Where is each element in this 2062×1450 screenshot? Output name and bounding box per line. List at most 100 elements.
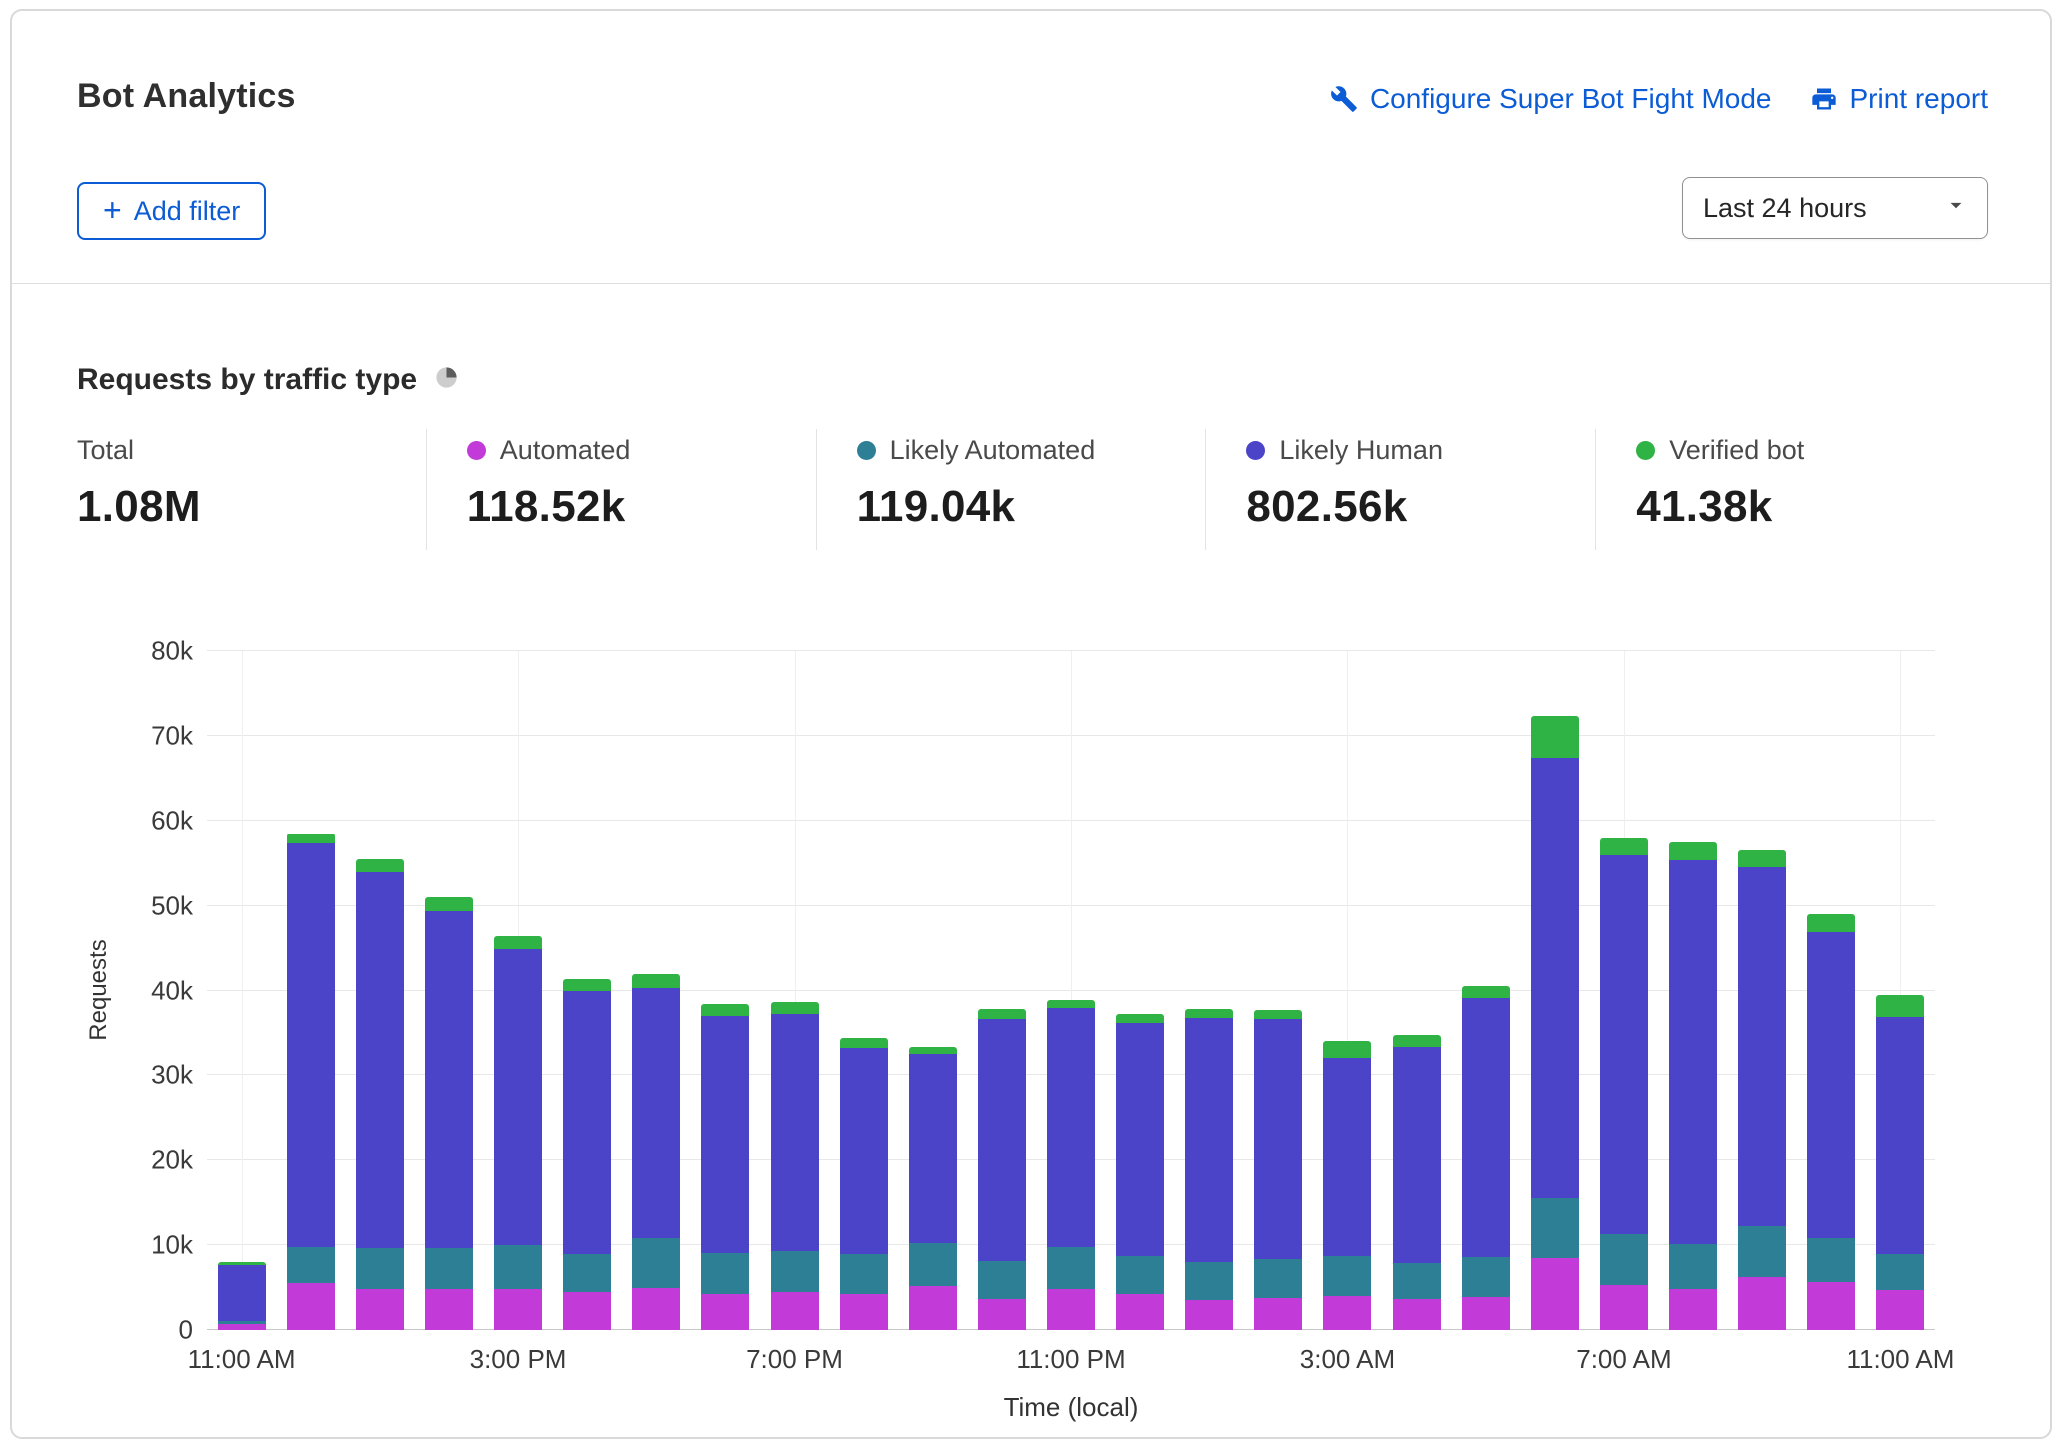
segment-verified-bot	[1254, 1010, 1302, 1018]
segment-likely-human	[1047, 1008, 1095, 1247]
segment-automated	[1531, 1258, 1579, 1330]
stat-value: 119.04k	[857, 482, 1206, 532]
segment-likely-human	[1669, 860, 1717, 1244]
x-tick-label: 7:00 AM	[1576, 1344, 1671, 1375]
segment-likely-automated	[494, 1245, 542, 1289]
legend-dot-icon	[1246, 441, 1265, 460]
segment-likely-automated	[1323, 1256, 1371, 1296]
segment-automated	[287, 1283, 335, 1330]
segment-verified-bot	[840, 1038, 888, 1048]
segment-automated	[701, 1294, 749, 1330]
y-tick-label: 70k	[151, 720, 193, 751]
time-range-select[interactable]: Last 24 hours	[1682, 177, 1988, 239]
requests-chart: Requests 010k20k30k40k50k60k70k80k 11:00…	[77, 626, 1985, 1426]
segment-verified-bot	[1047, 1000, 1095, 1008]
segment-likely-automated	[1116, 1256, 1164, 1294]
segment-verified-bot	[1600, 838, 1648, 855]
bar-10-00-am	[1807, 914, 1855, 1330]
configure-super-bot-fight-mode-link[interactable]: Configure Super Bot Fight Mode	[1330, 83, 1772, 115]
segment-automated	[1876, 1290, 1924, 1330]
segment-verified-bot	[494, 936, 542, 949]
bot-analytics-card: Bot Analytics Configure Super Bot Fight …	[10, 9, 2052, 1439]
segment-likely-human	[978, 1019, 1026, 1262]
segment-likely-human	[1323, 1058, 1371, 1257]
x-tick-label: 7:00 PM	[746, 1344, 843, 1375]
legend-dot-icon	[1636, 441, 1655, 460]
v-gridline	[242, 651, 243, 1330]
x-tick-label: 11:00 PM	[1016, 1344, 1125, 1375]
stat-value: 802.56k	[1246, 482, 1595, 532]
segment-likely-human	[425, 911, 473, 1248]
segment-likely-automated	[356, 1248, 404, 1290]
header-divider	[12, 283, 2050, 284]
segment-automated	[494, 1289, 542, 1330]
segment-automated	[1669, 1289, 1717, 1330]
segment-likely-human	[1738, 867, 1786, 1225]
stat-verified-bot[interactable]: Verified bot 41.38k	[1595, 429, 1985, 550]
y-axis: 010k20k30k40k50k60k70k80k	[77, 651, 193, 1330]
segment-automated	[1600, 1285, 1648, 1330]
segment-automated	[771, 1292, 819, 1330]
y-tick-label: 30k	[151, 1060, 193, 1091]
segment-verified-bot	[978, 1009, 1026, 1018]
segment-automated	[1185, 1300, 1233, 1330]
segment-automated	[978, 1299, 1026, 1330]
segment-verified-bot	[1531, 716, 1579, 758]
segment-automated	[909, 1286, 957, 1330]
stat-automated[interactable]: Automated118.52k	[426, 429, 816, 550]
bar-1-00-pm	[356, 859, 404, 1330]
segment-automated	[1047, 1289, 1095, 1330]
segment-verified-bot	[1876, 995, 1924, 1017]
segment-likely-automated	[1254, 1259, 1302, 1298]
segment-likely-human	[1393, 1047, 1441, 1263]
segment-automated	[218, 1324, 266, 1330]
add-filter-button[interactable]: + Add filter	[77, 182, 266, 240]
segment-automated	[1462, 1297, 1510, 1330]
configure-link-label: Configure Super Bot Fight Mode	[1370, 83, 1772, 115]
segment-verified-bot	[1116, 1014, 1164, 1022]
segment-likely-human	[563, 991, 611, 1254]
segment-likely-human	[909, 1054, 957, 1243]
segment-verified-bot	[287, 834, 335, 843]
y-tick-label: 50k	[151, 890, 193, 921]
segment-likely-automated	[771, 1251, 819, 1292]
segment-likely-human	[287, 843, 335, 1247]
stat-label-row: Automated	[467, 435, 816, 466]
segment-automated	[1807, 1282, 1855, 1330]
stat-value: 41.38k	[1636, 482, 1985, 532]
stat-likely-automated[interactable]: Likely Automated 119.04k	[816, 429, 1206, 550]
stat-label: Total	[77, 435, 134, 466]
stat-likely-human[interactable]: Likely Human802.56k	[1205, 429, 1595, 550]
bar-7-00-am	[1600, 838, 1648, 1330]
plus-icon: +	[103, 194, 122, 226]
stat-label: Likely Automated	[890, 435, 1096, 466]
segment-likely-human	[494, 949, 542, 1245]
segment-verified-bot	[1462, 986, 1510, 998]
segment-likely-automated	[840, 1254, 888, 1293]
bar-11-00-pm	[1047, 1000, 1095, 1330]
segment-likely-automated	[1462, 1257, 1510, 1297]
print-report-link[interactable]: Print report	[1810, 83, 1989, 115]
segment-automated	[1393, 1299, 1441, 1330]
segment-likely-human	[632, 988, 680, 1238]
header-links: Configure Super Bot Fight Mode Print rep…	[1330, 83, 1988, 115]
stat-label-row: Verified bot	[1636, 435, 1985, 466]
segment-likely-automated	[632, 1238, 680, 1288]
segment-likely-human	[218, 1265, 266, 1321]
segment-likely-human	[840, 1048, 888, 1254]
segment-likely-automated	[1738, 1226, 1786, 1277]
segment-verified-bot	[1323, 1041, 1371, 1058]
segment-likely-automated	[909, 1243, 957, 1285]
segment-verified-bot	[425, 897, 473, 911]
bar-8-00-pm	[840, 1038, 888, 1330]
bar-6-00-am	[1531, 716, 1579, 1330]
x-tick-label: 11:00 AM	[1846, 1344, 1954, 1375]
segment-likely-automated	[978, 1261, 1026, 1299]
stat-total[interactable]: Total1.08M	[77, 429, 426, 550]
segment-likely-automated	[563, 1254, 611, 1291]
x-axis-title: Time (local)	[207, 1392, 1935, 1423]
segment-automated	[356, 1289, 404, 1330]
bar-12-00-pm	[287, 833, 335, 1330]
bar-7-00-pm	[771, 1002, 819, 1330]
segment-verified-bot	[563, 979, 611, 991]
